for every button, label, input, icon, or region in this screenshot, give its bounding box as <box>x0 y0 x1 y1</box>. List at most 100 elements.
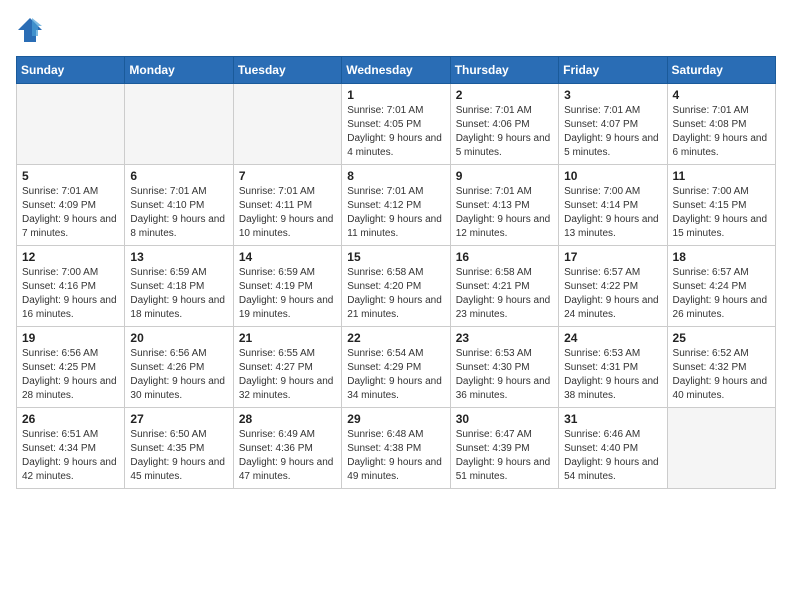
calendar-cell-w2d2: 7 Sunrise: 7:01 AM Sunset: 4:11 PM Daylig… <box>233 165 341 246</box>
calendar-table: SundayMondayTuesdayWednesdayThursdayFrid… <box>16 56 776 489</box>
day-number: 4 <box>673 88 770 102</box>
calendar-cell-w5d4: 30 Sunrise: 6:47 AM Sunset: 4:39 PM Dayli… <box>450 408 558 489</box>
calendar-week-3: 12 Sunrise: 7:00 AM Sunset: 4:16 PM Dayli… <box>17 246 776 327</box>
calendar-cell-w2d5: 10 Sunrise: 7:00 AM Sunset: 4:14 PM Dayli… <box>559 165 667 246</box>
weekday-header-saturday: Saturday <box>667 57 775 84</box>
day-info: Sunrise: 6:50 AM Sunset: 4:35 PM Dayligh… <box>130 428 227 484</box>
day-info: Sunrise: 6:57 AM Sunset: 4:24 PM Dayligh… <box>673 266 770 322</box>
calendar-cell-w3d6: 18 Sunrise: 6:57 AM Sunset: 4:24 PM Dayli… <box>667 246 775 327</box>
day-info: Sunrise: 6:46 AM Sunset: 4:40 PM Dayligh… <box>564 428 661 484</box>
calendar-cell-w5d3: 29 Sunrise: 6:48 AM Sunset: 4:38 PM Dayli… <box>342 408 450 489</box>
calendar-cell-w1d0 <box>17 84 125 165</box>
calendar-cell-w5d5: 31 Sunrise: 6:46 AM Sunset: 4:40 PM Dayli… <box>559 408 667 489</box>
day-info: Sunrise: 6:56 AM Sunset: 4:25 PM Dayligh… <box>22 347 119 403</box>
weekday-header-wednesday: Wednesday <box>342 57 450 84</box>
day-number: 19 <box>22 331 119 345</box>
day-number: 26 <box>22 412 119 426</box>
weekday-header-thursday: Thursday <box>450 57 558 84</box>
day-info: Sunrise: 6:59 AM Sunset: 4:18 PM Dayligh… <box>130 266 227 322</box>
day-number: 7 <box>239 169 336 183</box>
day-info: Sunrise: 6:53 AM Sunset: 4:30 PM Dayligh… <box>456 347 553 403</box>
calendar-cell-w5d2: 28 Sunrise: 6:49 AM Sunset: 4:36 PM Dayli… <box>233 408 341 489</box>
weekday-header-tuesday: Tuesday <box>233 57 341 84</box>
calendar-cell-w3d0: 12 Sunrise: 7:00 AM Sunset: 4:16 PM Dayli… <box>17 246 125 327</box>
day-number: 1 <box>347 88 444 102</box>
day-info: Sunrise: 7:01 AM Sunset: 4:08 PM Dayligh… <box>673 104 770 160</box>
calendar-cell-w2d6: 11 Sunrise: 7:00 AM Sunset: 4:15 PM Dayli… <box>667 165 775 246</box>
day-info: Sunrise: 7:01 AM Sunset: 4:07 PM Dayligh… <box>564 104 661 160</box>
day-info: Sunrise: 6:53 AM Sunset: 4:31 PM Dayligh… <box>564 347 661 403</box>
day-number: 24 <box>564 331 661 345</box>
calendar-cell-w1d2 <box>233 84 341 165</box>
calendar-cell-w1d1 <box>125 84 233 165</box>
calendar-week-4: 19 Sunrise: 6:56 AM Sunset: 4:25 PM Dayli… <box>17 327 776 408</box>
day-info: Sunrise: 7:01 AM Sunset: 4:10 PM Dayligh… <box>130 185 227 241</box>
calendar-body: 1Sunrise: 7:01 AM Sunset: 4:05 PM Daylig… <box>17 84 776 489</box>
day-info: Sunrise: 6:56 AM Sunset: 4:26 PM Dayligh… <box>130 347 227 403</box>
calendar-week-5: 26 Sunrise: 6:51 AM Sunset: 4:34 PM Dayli… <box>17 408 776 489</box>
calendar-cell-w5d1: 27 Sunrise: 6:50 AM Sunset: 4:35 PM Dayli… <box>125 408 233 489</box>
day-info: Sunrise: 7:01 AM Sunset: 4:11 PM Dayligh… <box>239 185 336 241</box>
day-number: 31 <box>564 412 661 426</box>
calendar-cell-w4d3: 22 Sunrise: 6:54 AM Sunset: 4:29 PM Dayli… <box>342 327 450 408</box>
day-info: Sunrise: 7:00 AM Sunset: 4:15 PM Dayligh… <box>673 185 770 241</box>
logo-icon <box>16 16 44 44</box>
calendar-cell-w3d2: 14 Sunrise: 6:59 AM Sunset: 4:19 PM Dayli… <box>233 246 341 327</box>
calendar-cell-w4d6: 25 Sunrise: 6:52 AM Sunset: 4:32 PM Dayli… <box>667 327 775 408</box>
calendar-cell-w4d4: 23Sunrise: 6:53 AM Sunset: 4:30 PM Dayli… <box>450 327 558 408</box>
calendar-header: SundayMondayTuesdayWednesdayThursdayFrid… <box>17 57 776 84</box>
day-number: 14 <box>239 250 336 264</box>
day-number: 9 <box>456 169 553 183</box>
day-info: Sunrise: 6:49 AM Sunset: 4:36 PM Dayligh… <box>239 428 336 484</box>
calendar-cell-w4d5: 24 Sunrise: 6:53 AM Sunset: 4:31 PM Dayli… <box>559 327 667 408</box>
calendar-cell-w2d3: 8Sunrise: 7:01 AM Sunset: 4:12 PM Daylig… <box>342 165 450 246</box>
calendar-cell-w4d2: 21 Sunrise: 6:55 AM Sunset: 4:27 PM Dayli… <box>233 327 341 408</box>
day-number: 12 <box>22 250 119 264</box>
day-info: Sunrise: 6:59 AM Sunset: 4:19 PM Dayligh… <box>239 266 336 322</box>
day-info: Sunrise: 7:01 AM Sunset: 4:13 PM Dayligh… <box>456 185 553 241</box>
calendar-cell-w2d1: 6Sunrise: 7:01 AM Sunset: 4:10 PM Daylig… <box>125 165 233 246</box>
day-info: Sunrise: 7:00 AM Sunset: 4:14 PM Dayligh… <box>564 185 661 241</box>
weekday-header-row: SundayMondayTuesdayWednesdayThursdayFrid… <box>17 57 776 84</box>
day-number: 25 <box>673 331 770 345</box>
calendar-cell-w4d1: 20 Sunrise: 6:56 AM Sunset: 4:26 PM Dayli… <box>125 327 233 408</box>
day-info: Sunrise: 6:52 AM Sunset: 4:32 PM Dayligh… <box>673 347 770 403</box>
day-number: 27 <box>130 412 227 426</box>
day-info: Sunrise: 6:51 AM Sunset: 4:34 PM Dayligh… <box>22 428 119 484</box>
day-number: 21 <box>239 331 336 345</box>
calendar-cell-w3d1: 13 Sunrise: 6:59 AM Sunset: 4:18 PM Dayli… <box>125 246 233 327</box>
day-number: 28 <box>239 412 336 426</box>
day-number: 16 <box>456 250 553 264</box>
calendar-cell-w5d6 <box>667 408 775 489</box>
day-number: 10 <box>564 169 661 183</box>
day-number: 20 <box>130 331 227 345</box>
calendar-cell-w2d0: 5Sunrise: 7:01 AM Sunset: 4:09 PM Daylig… <box>17 165 125 246</box>
day-number: 18 <box>673 250 770 264</box>
day-info: Sunrise: 6:48 AM Sunset: 4:38 PM Dayligh… <box>347 428 444 484</box>
weekday-header-monday: Monday <box>125 57 233 84</box>
day-number: 30 <box>456 412 553 426</box>
day-number: 8 <box>347 169 444 183</box>
weekday-header-sunday: Sunday <box>17 57 125 84</box>
day-info: Sunrise: 6:58 AM Sunset: 4:20 PM Dayligh… <box>347 266 444 322</box>
day-number: 2 <box>456 88 553 102</box>
day-number: 22 <box>347 331 444 345</box>
day-info: Sunrise: 6:54 AM Sunset: 4:29 PM Dayligh… <box>347 347 444 403</box>
calendar-cell-w1d4: 2Sunrise: 7:01 AM Sunset: 4:06 PM Daylig… <box>450 84 558 165</box>
calendar-week-1: 1Sunrise: 7:01 AM Sunset: 4:05 PM Daylig… <box>17 84 776 165</box>
day-number: 13 <box>130 250 227 264</box>
weekday-header-friday: Friday <box>559 57 667 84</box>
day-number: 11 <box>673 169 770 183</box>
day-number: 29 <box>347 412 444 426</box>
calendar-cell-w3d3: 15Sunrise: 6:58 AM Sunset: 4:20 PM Dayli… <box>342 246 450 327</box>
day-info: Sunrise: 6:47 AM Sunset: 4:39 PM Dayligh… <box>456 428 553 484</box>
day-number: 3 <box>564 88 661 102</box>
logo <box>16 16 48 44</box>
calendar-cell-w2d4: 9 Sunrise: 7:01 AM Sunset: 4:13 PM Daylig… <box>450 165 558 246</box>
day-number: 5 <box>22 169 119 183</box>
calendar-cell-w4d0: 19 Sunrise: 6:56 AM Sunset: 4:25 PM Dayli… <box>17 327 125 408</box>
day-info: Sunrise: 7:00 AM Sunset: 4:16 PM Dayligh… <box>22 266 119 322</box>
day-info: Sunrise: 6:55 AM Sunset: 4:27 PM Dayligh… <box>239 347 336 403</box>
calendar-cell-w3d4: 16Sunrise: 6:58 AM Sunset: 4:21 PM Dayli… <box>450 246 558 327</box>
day-info: Sunrise: 6:57 AM Sunset: 4:22 PM Dayligh… <box>564 266 661 322</box>
